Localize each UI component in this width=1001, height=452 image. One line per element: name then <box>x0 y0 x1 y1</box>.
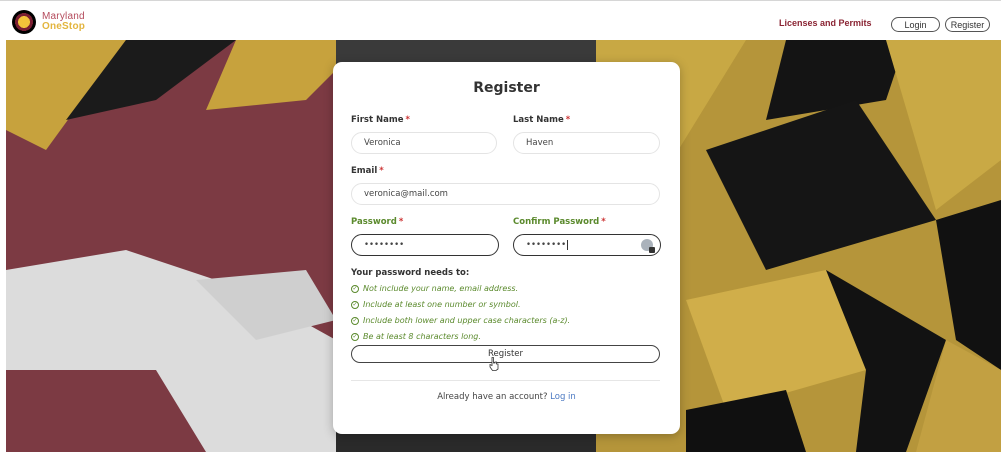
requirement-text: Be at least 8 characters long. <box>363 332 481 341</box>
form-title: Register <box>473 80 540 96</box>
maryland-onestop-logo[interactable]: Maryland OneStop <box>12 10 85 34</box>
check-circle-icon: ✓ <box>351 284 359 293</box>
confirm-password-label: Confirm Password * <box>513 217 606 227</box>
email-label: Email * <box>351 166 384 176</box>
requirement-text: Not include your name, email address. <box>363 284 519 293</box>
confirm-password-value: •••••••• <box>526 240 567 250</box>
requirement-item: ✓ Be at least 8 characters long. <box>351 332 481 341</box>
password-label: Password * <box>351 217 403 227</box>
first-name-value: Veronica <box>364 138 401 148</box>
requirement-text: Include both lower and upper case charac… <box>363 316 571 325</box>
requirement-text: Include at least one number or symbol. <box>363 300 521 309</box>
password-label-text: Password <box>351 217 397 227</box>
last-name-value: Haven <box>526 138 554 148</box>
last-name-label: Last Name * <box>513 115 570 125</box>
required-marker: * <box>398 217 404 227</box>
login-prompt: Already have an account? Log in <box>333 392 680 402</box>
password-field[interactable]: •••••••• <box>351 234 499 256</box>
password-manager-icon[interactable] <box>641 239 655 253</box>
footer-text: Already have an account? <box>437 392 548 402</box>
check-circle-icon: ✓ <box>351 300 359 309</box>
password-requirements-title: Your password needs to: <box>351 268 470 278</box>
requirement-item: ✓ Include at least one number or symbol. <box>351 300 521 309</box>
email-value: veronica@mail.com <box>364 189 448 199</box>
logo-text: Maryland OneStop <box>42 12 85 32</box>
register-submit-button[interactable]: Register <box>351 345 660 363</box>
email-field[interactable]: veronica@mail.com <box>351 183 660 205</box>
hand-pointer-icon <box>489 357 499 371</box>
email-label-text: Email <box>351 166 378 176</box>
required-marker: * <box>601 217 606 227</box>
check-circle-icon: ✓ <box>351 316 359 325</box>
last-name-label-text: Last Name <box>513 115 564 125</box>
maryland-seal-icon <box>12 10 36 34</box>
confirm-password-field[interactable]: •••••••• <box>513 234 661 256</box>
last-name-field[interactable]: Haven <box>513 132 660 154</box>
first-name-field[interactable]: Veronica <box>351 132 497 154</box>
log-in-link[interactable]: Log in <box>550 392 576 402</box>
required-marker: * <box>565 115 571 125</box>
password-value: •••••••• <box>364 240 405 250</box>
footer-divider <box>351 380 660 381</box>
first-name-label-text: First Name <box>351 115 404 125</box>
required-marker: * <box>379 166 384 176</box>
login-button[interactable]: Login <box>891 17 940 32</box>
requirement-item: ✓ Not include your name, email address. <box>351 284 518 293</box>
check-circle-icon: ✓ <box>351 332 359 341</box>
required-marker: * <box>405 115 410 125</box>
logo-line-2: OneStop <box>42 21 86 32</box>
confirm-password-label-text: Confirm Password <box>513 217 600 227</box>
licenses-permits-link[interactable]: Licenses and Permits <box>779 18 872 28</box>
register-nav-button[interactable]: Register <box>945 17 990 32</box>
text-caret <box>567 240 569 250</box>
register-form-card: Register First Name * Veronica Last Name *… <box>333 62 680 434</box>
top-navigation-bar: Maryland OneStop Licenses and Permits Lo… <box>0 0 1001 40</box>
first-name-label: First Name * <box>351 115 410 125</box>
requirement-item: ✓ Include both lower and upper case char… <box>351 316 570 325</box>
